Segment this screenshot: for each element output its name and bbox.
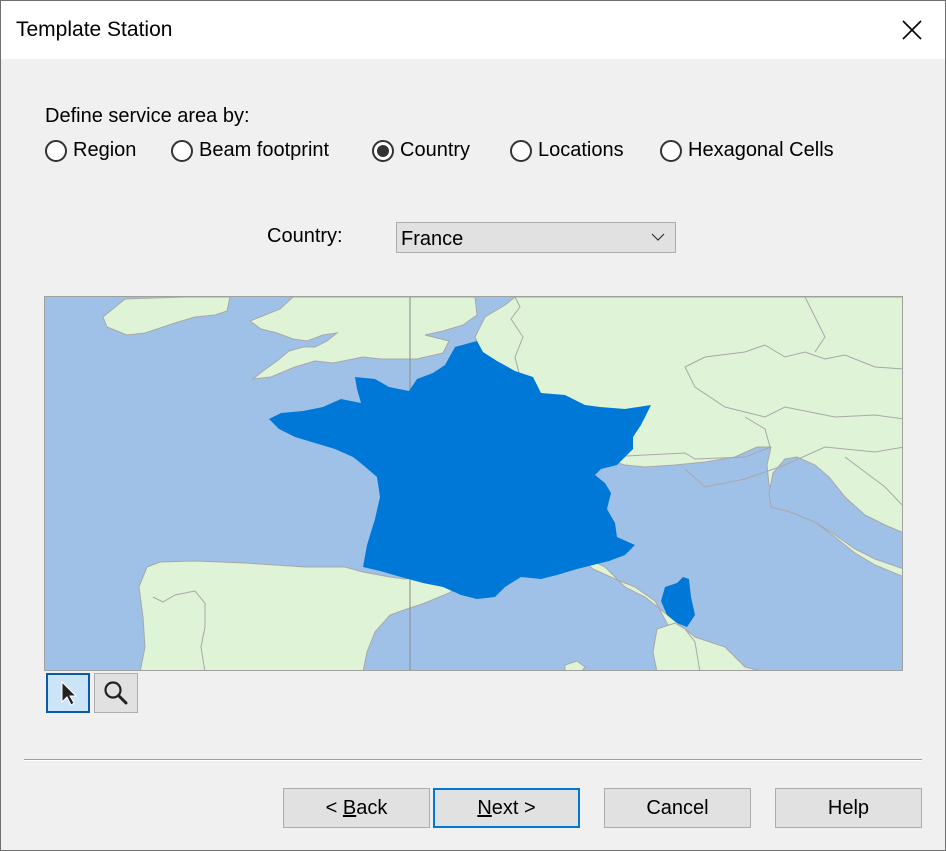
radio-circle (171, 139, 193, 162)
map-canvas (45, 297, 902, 670)
service-area-label: Define service area by: (45, 105, 250, 127)
next-button[interactable]: Next > (433, 788, 580, 828)
back-label: < Back (325, 796, 388, 819)
back-button[interactable]: < Back (283, 788, 430, 828)
radio-label: Country (400, 139, 471, 161)
radio-label: Beam footprint (199, 139, 330, 161)
radio-beam-footprint[interactable]: Beam footprint (171, 139, 329, 162)
window-title: Template Station (16, 18, 173, 41)
cancel-button[interactable]: Cancel (604, 788, 751, 828)
next-label: Next > (477, 796, 536, 819)
zoom-tool-button[interactable] (94, 673, 138, 713)
radio-circle (45, 139, 67, 162)
magnifier-icon (104, 681, 128, 705)
close-icon (902, 20, 922, 40)
footer-separator (24, 759, 922, 761)
dialog-window: Template Station Define service area by:… (0, 0, 946, 851)
chevron-down-icon (651, 233, 665, 241)
radio-locations[interactable]: Locations (510, 139, 624, 162)
radio-dot (377, 144, 389, 157)
radio-circle-selected (372, 139, 394, 162)
country-selected-value: France (401, 228, 464, 250)
radio-label: Hexagonal Cells (688, 139, 834, 161)
radio-country[interactable]: Country (372, 139, 470, 162)
radio-label: Locations (538, 139, 624, 161)
radio-region[interactable]: Region (45, 139, 136, 162)
country-dropdown[interactable]: France (396, 222, 676, 253)
map-view[interactable] (44, 296, 903, 671)
pointer-tool-button[interactable] (46, 673, 90, 713)
country-label: Country: (267, 225, 343, 247)
title-bar: Template Station (1, 1, 945, 59)
radio-circle (510, 139, 532, 162)
radio-hexagonal-cells[interactable]: Hexagonal Cells (660, 139, 834, 162)
cursor-arrow-icon (61, 680, 78, 706)
close-button[interactable] (889, 7, 935, 53)
help-button[interactable]: Help (775, 788, 922, 828)
radio-label: Region (73, 139, 137, 161)
radio-circle (660, 139, 682, 162)
